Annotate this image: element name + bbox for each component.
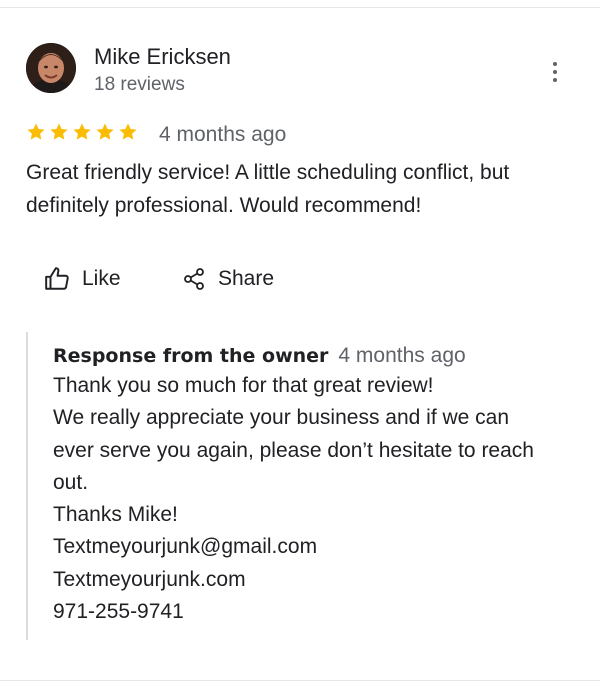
reviewer-review-count: 18 reviews — [94, 74, 185, 95]
owner-response-line: We really appreciate your business and i… — [53, 406, 510, 430]
owner-response-line: out. — [53, 470, 89, 494]
owner-response-header: Response from the owner 4 months ago — [53, 344, 466, 368]
avatar-photo — [26, 43, 76, 93]
review-text-line: definitely professional. Would recommend… — [26, 194, 422, 217]
like-label: Like — [82, 267, 121, 290]
avatar[interactable] — [26, 43, 76, 93]
top-divider — [0, 7, 600, 8]
star-icon — [50, 123, 68, 140]
more-vert-dot — [553, 78, 557, 82]
star-rating — [26, 122, 138, 142]
owner-response-email: Textmeyourjunk@gmail.com — [53, 535, 318, 559]
owner-response-phone: 971-255-9741 — [53, 600, 184, 624]
owner-response-line: Thank you so much for that great review! — [53, 374, 434, 397]
more-vert-dot — [553, 70, 557, 74]
review-text: Great friendly service! A little schedul… — [26, 156, 581, 222]
star-icon — [119, 123, 137, 140]
more-vert-icon — [553, 62, 557, 66]
reviewer-name[interactable]: Mike Ericksen — [94, 44, 231, 70]
owner-response-line: Thanks Mike! — [53, 503, 178, 527]
owner-response-time: 4 months ago — [338, 344, 466, 367]
star-icon — [27, 123, 45, 140]
like-button[interactable]: Like — [44, 262, 121, 296]
owner-response-title: Response from the owner — [53, 345, 329, 367]
review-time: 4 months ago — [159, 123, 287, 146]
review-text-line: Great friendly service! A little schedul… — [26, 161, 510, 184]
owner-response-website: Textmeyourjunk.com — [53, 567, 246, 591]
share-icon — [184, 268, 204, 290]
share-label: Share — [218, 267, 275, 290]
star-icon — [73, 123, 91, 140]
bottom-divider — [0, 680, 600, 681]
thumb-up-icon — [45, 267, 69, 290]
share-button[interactable]: Share — [182, 262, 274, 296]
more-options-button[interactable] — [542, 58, 568, 86]
star-icon — [96, 123, 114, 140]
owner-response-line: ever serve you again, please don’t hesit… — [53, 438, 534, 462]
owner-response: Response from the owner 4 months ago Than… — [26, 332, 588, 640]
owner-response-body: Thank you so much for that great review!… — [53, 370, 534, 628]
